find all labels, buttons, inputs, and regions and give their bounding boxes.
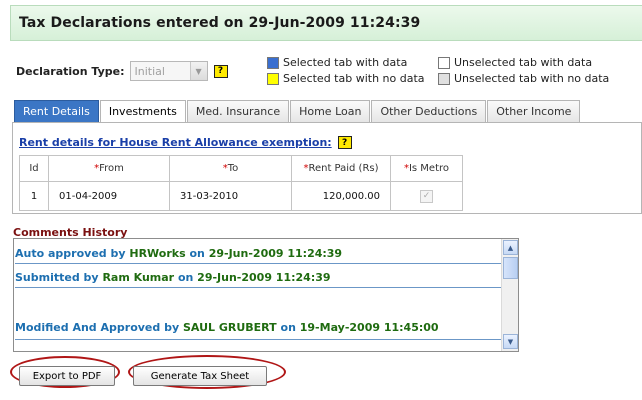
tab-rent-details[interactable]: Rent Details: [14, 100, 99, 122]
legend-label: Unselected tab with data: [454, 56, 593, 69]
comments-scrollbar[interactable]: ▲ ▼: [501, 239, 518, 351]
comment-entry: Auto approved by HRWorks on 29-Jun-2009 …: [15, 247, 503, 260]
col-id: Id: [19, 155, 49, 182]
comment-date: 29-Jun-2009 11:24:39: [197, 271, 331, 284]
declaration-type-value: Initial: [134, 64, 165, 78]
comment-entry: Modified And Approved by SAUL GRUBERT on…: [15, 321, 503, 334]
comment-date: 29-Jun-2009 11:24:39: [208, 247, 343, 260]
yellow-swatch-icon: [267, 72, 279, 85]
comment-prefix: Auto approved by: [15, 247, 126, 260]
rent-table: Id *From *To *Rent Paid (Rs) *Is Metro 1…: [19, 155, 463, 211]
comment-author: Ram Kumar: [102, 271, 175, 284]
is-metro-checkbox: ✓: [420, 189, 433, 203]
col-metro-label: Is Metro: [408, 163, 450, 174]
legend-selected-with-data: Selected tab with data: [267, 56, 407, 69]
comment-divider: [15, 263, 503, 264]
declaration-type-select[interactable]: Initial ▼: [129, 61, 208, 81]
comment-author: HRWorks: [129, 247, 186, 260]
comment-entry: Submitted by Ram Kumar on 29-Jun-2009 11…: [15, 271, 503, 284]
tab-bar: Rent Details Investments Med. Insurance …: [14, 100, 581, 122]
table-header-row: Id *From *To *Rent Paid (Rs) *Is Metro: [19, 155, 463, 182]
col-rent: *Rent Paid (Rs): [291, 155, 391, 182]
comment-divider: [15, 339, 503, 340]
cell-from: 01-04-2009: [48, 181, 170, 211]
tab-other-income[interactable]: Other Income: [487, 100, 581, 122]
blue-swatch-icon: [267, 56, 279, 69]
col-from-label: From: [99, 163, 124, 174]
legend-selected-no-data: Selected tab with no data: [267, 72, 425, 85]
cell-rent: 120,000.00: [291, 181, 391, 211]
page-header: Tax Declarations entered on 29-Jun-2009 …: [10, 5, 642, 41]
chevron-down-icon: ▼: [189, 62, 207, 80]
export-to-pdf-button[interactable]: Export to PDF: [19, 366, 115, 386]
col-from: *From: [48, 155, 170, 182]
col-to: *To: [169, 155, 292, 182]
declaration-type-label: Declaration Type:: [16, 64, 125, 78]
legend-unselected-no-data: Unselected tab with no data: [438, 72, 609, 85]
generate-tax-sheet-button[interactable]: Generate Tax Sheet: [133, 366, 267, 386]
cell-to: 31-03-2010: [169, 181, 292, 211]
comment-divider: [15, 287, 503, 288]
cell-metro: ✓: [390, 181, 463, 211]
gray-swatch-icon: [438, 72, 450, 85]
scroll-down-icon[interactable]: ▼: [503, 334, 518, 349]
comment-on: on: [189, 247, 205, 260]
scroll-thumb[interactable]: [503, 257, 518, 279]
scroll-up-icon[interactable]: ▲: [503, 240, 518, 255]
cell-id: 1: [19, 181, 49, 211]
legend-unselected-with-data: Unselected tab with data: [438, 56, 592, 69]
comment-prefix: Submitted by: [15, 271, 99, 284]
comment-on: on: [177, 271, 194, 284]
legend-label: Selected tab with no data: [283, 72, 425, 85]
comment-on: on: [280, 321, 296, 334]
declaration-type-row: Declaration Type: Initial ▼ ?: [16, 61, 228, 81]
legend-label: Unselected tab with no data: [454, 72, 610, 85]
table-row: 1 01-04-2009 31-03-2010 120,000.00 ✓: [19, 181, 463, 211]
rent-heading: Rent details for House Rent Allowance ex…: [19, 136, 352, 149]
tab-other-deductions[interactable]: Other Deductions: [371, 100, 487, 122]
col-rent-label: Rent Paid (Rs): [308, 163, 379, 174]
rent-details-panel: Rent details for House Rent Allowance ex…: [12, 122, 642, 214]
help-icon[interactable]: ?: [337, 136, 352, 149]
check-icon: ✓: [422, 191, 431, 201]
legend-label: Selected tab with data: [283, 56, 408, 69]
comment-prefix: Modified And Approved by: [15, 321, 180, 334]
rent-heading-link[interactable]: Rent details for House Rent Allowance ex…: [19, 136, 332, 149]
col-metro: *Is Metro: [390, 155, 463, 182]
white-swatch-icon: [438, 56, 450, 69]
help-icon[interactable]: ?: [213, 64, 228, 78]
tab-home-loan[interactable]: Home Loan: [290, 100, 371, 122]
col-to-label: To: [227, 163, 239, 174]
tab-investments[interactable]: Investments: [99, 100, 186, 122]
page-title: Tax Declarations entered on 29-Jun-2009 …: [19, 15, 421, 31]
comments-history-box: Auto approved by HRWorks on 29-Jun-2009 …: [13, 238, 519, 352]
comment-date: 19-May-2009 11:45:00: [299, 321, 439, 334]
comment-author: SAUL GRUBERT: [182, 321, 277, 334]
tab-med-insurance[interactable]: Med. Insurance: [186, 100, 290, 122]
